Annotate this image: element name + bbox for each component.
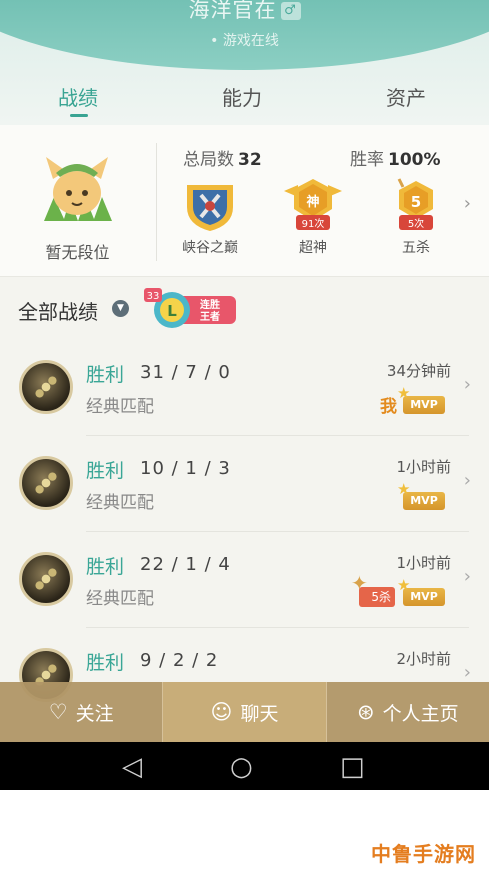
mvp-badge: MVP xyxy=(397,480,445,510)
match-time: 2小时前 xyxy=(396,650,451,668)
match-mode: 经典匹配 xyxy=(86,397,154,417)
match-honors: MVP xyxy=(397,480,445,512)
badge-label: 超神 xyxy=(299,240,327,256)
chevron-right-icon[interactable]: › xyxy=(464,193,471,214)
chevron-right-icon: › xyxy=(463,374,471,395)
badge-label: 峡谷之巅 xyxy=(182,240,238,256)
chevron-right-icon: › xyxy=(463,470,471,491)
match-result: 胜利 xyxy=(86,364,125,386)
svg-text:王者: 王者 xyxy=(200,310,220,323)
player-name: 海洋官在 ♂ xyxy=(0,0,489,24)
match-time: 1小时前 xyxy=(396,554,451,572)
badge-penta-kill[interactable]: 5 5次 五杀 xyxy=(381,177,451,257)
sword-icon: ✦ xyxy=(351,571,368,595)
follow-label: 关注 xyxy=(75,702,114,725)
tab-bar: 战绩 能力 资产 xyxy=(0,78,489,124)
match-honors: ✦5杀MVP xyxy=(351,573,445,608)
mvp-badge: MVP xyxy=(397,576,445,606)
match-time: 1小时前 xyxy=(396,458,451,476)
back-icon[interactable]: ◁ xyxy=(122,752,142,782)
records-filter-title[interactable]: 全部战绩 xyxy=(18,296,98,325)
match-time: 34分钟前 xyxy=(386,362,451,380)
chevron-right-icon: › xyxy=(463,662,471,683)
match-honors: 我MVP xyxy=(380,384,445,417)
hero-portrait-icon xyxy=(30,371,62,403)
home-icon[interactable]: ○ xyxy=(230,752,253,782)
records-header: 全部战绩 ▼ L 33 连胜 王者 xyxy=(0,278,489,338)
total-games: 总局数 32 xyxy=(183,145,262,170)
badge-count: 91次 xyxy=(302,217,325,230)
svg-text:神: 神 xyxy=(306,194,319,210)
svg-text:连胜: 连胜 xyxy=(200,298,220,311)
chat-button[interactable]: ☺ 聊天 xyxy=(162,682,327,742)
record-row[interactable]: 胜利 10 / 1 / 3 经典匹配 1小时前 MVP › xyxy=(0,436,489,532)
hero-avatar xyxy=(19,552,73,606)
match-result: 胜利 xyxy=(86,460,125,482)
male-icon: ♂ xyxy=(280,2,301,20)
mvp-badge: MVP xyxy=(397,384,445,414)
penta-kill-text: 5杀 xyxy=(371,590,391,604)
win-streak-badge: L 33 连胜 王者 xyxy=(144,288,236,328)
valley-peak-badge-icon xyxy=(187,185,233,231)
chevron-down-icon[interactable]: ▼ xyxy=(112,300,129,317)
badge-valley-peak[interactable]: 峡谷之巅 xyxy=(175,177,245,257)
me-mark: 我 xyxy=(380,397,397,417)
penta-kill-badge-icon: 5 5次 xyxy=(397,178,433,230)
hero-portrait-icon xyxy=(30,563,62,595)
profile-label: 个人主页 xyxy=(382,702,459,725)
stats-card[interactable]: 暂无段位 总局数 32 胜率 100% 峡谷之巅 神 91次 超神 5 5次 五… xyxy=(0,125,489,277)
tab-records[interactable]: 战绩 xyxy=(58,82,98,111)
profile-header: 海洋官在 ♂ • 游戏在线 战绩 能力 资产 xyxy=(0,0,489,125)
record-row[interactable]: 胜利 22 / 1 / 4 经典匹配 1小时前 ✦5杀MVP › xyxy=(0,532,489,628)
record-row[interactable]: 胜利 31 / 7 / 0 经典匹配 34分钟前 我MVP › xyxy=(0,340,489,436)
penta-kill-badge: ✦ 5杀 xyxy=(351,573,395,607)
heart-plus-icon: ♡ xyxy=(48,700,68,724)
rank-label: 暂无段位 xyxy=(45,243,110,262)
svg-text:5: 5 xyxy=(411,193,421,211)
chevron-right-icon: › xyxy=(463,566,471,587)
match-kda: 31 / 7 / 0 xyxy=(140,362,231,383)
badge-count: 5次 xyxy=(408,217,424,230)
badge-godlike[interactable]: 神 91次 超神 xyxy=(278,177,348,257)
tab-ability[interactable]: 能力 xyxy=(222,82,262,111)
hero-avatar xyxy=(19,360,73,414)
match-result: 胜利 xyxy=(86,652,125,674)
hero-portrait-icon xyxy=(30,467,62,499)
svg-text:33: 33 xyxy=(147,291,160,302)
match-kda: 22 / 1 / 4 xyxy=(140,554,231,575)
svg-text:L: L xyxy=(167,302,177,320)
chat-bubble-icon: ☺ xyxy=(210,700,233,724)
player-name-text: 海洋官在 xyxy=(188,0,277,22)
match-kda: 9 / 2 / 2 xyxy=(140,650,219,671)
total-games-label: 总局数 xyxy=(183,150,234,170)
watermark-text: 中鲁手游网 xyxy=(371,842,476,866)
online-status: • 游戏在线 xyxy=(210,33,279,49)
app-screen: 海洋官在 ♂ • 游戏在线 战绩 能力 资产 暂无段位 总局数 32 胜率 100% xyxy=(0,0,489,790)
tab-active-indicator xyxy=(70,114,88,117)
match-mode: 经典匹配 xyxy=(86,493,154,513)
match-mode: 经典匹配 xyxy=(86,589,154,609)
unranked-emblem-icon xyxy=(44,157,112,221)
badge-label: 五杀 xyxy=(402,240,430,256)
follow-button[interactable]: ♡ 关注 xyxy=(0,682,163,742)
match-kda: 10 / 1 / 3 xyxy=(140,458,231,479)
person-icon: ⊛ xyxy=(357,700,375,724)
tab-assets[interactable]: 资产 xyxy=(386,82,426,111)
win-rate-value: 100% xyxy=(388,150,441,170)
action-bar: ♡ 关注 ☺ 聊天 ⊛ 个人主页 xyxy=(0,682,489,742)
total-games-value: 32 xyxy=(238,150,262,170)
win-rate-label: 胜率 xyxy=(350,150,384,170)
hero-avatar xyxy=(19,456,73,510)
godlike-badge-icon: 神 91次 xyxy=(284,179,342,230)
site-watermark: 中鲁手游网 xyxy=(371,838,481,872)
profile-button[interactable]: ⊛ 个人主页 xyxy=(326,682,489,742)
stats-divider xyxy=(156,143,157,261)
system-nav-bar: ◁ ○ □ xyxy=(0,742,489,790)
chat-label: 聊天 xyxy=(240,702,279,725)
match-result: 胜利 xyxy=(86,556,125,578)
win-rate: 胜率 100% xyxy=(350,145,441,170)
recents-icon[interactable]: □ xyxy=(340,752,365,782)
